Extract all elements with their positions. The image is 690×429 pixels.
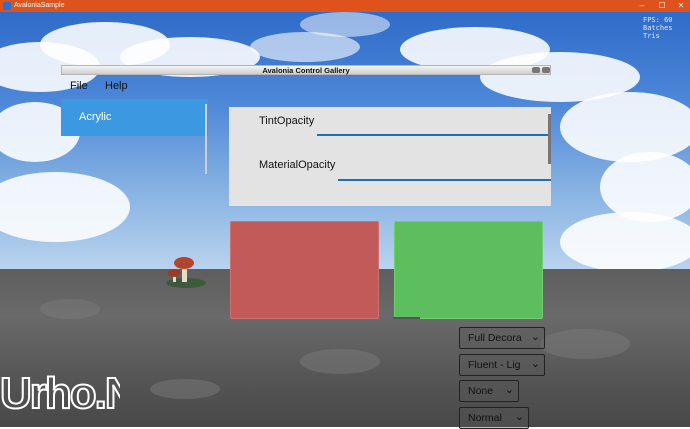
acrylic-settings-panel: TintOpacity MaterialOpacity	[229, 107, 551, 206]
transparency-combo-value: None	[468, 385, 494, 397]
tint-opacity-label: TintOpacity	[259, 115, 315, 127]
stats-line: Tris	[643, 32, 660, 40]
menubar: File Help	[61, 78, 211, 98]
stats-line: FPS: 60	[643, 16, 673, 24]
minimize-button[interactable]: –	[632, 0, 652, 12]
window-titlebar: AvaloniaSample – ☐ ✕	[0, 0, 690, 12]
app-icon	[3, 2, 11, 10]
gallery-title: Avalonia Control Gallery	[262, 66, 350, 75]
gallery-close-button[interactable]	[542, 67, 550, 73]
theme-combo[interactable]: Fluent - Lig ⌄	[459, 354, 545, 376]
chevron-down-icon: ⌄	[530, 331, 540, 343]
card-divider	[393, 317, 420, 319]
material-opacity-slider[interactable]	[338, 179, 551, 181]
acrylic-card-red	[230, 221, 379, 319]
panel-scrollbar[interactable]	[548, 114, 551, 164]
acrylic-card-green	[394, 221, 543, 319]
nav-item-acrylic[interactable]: Acrylic	[61, 99, 208, 136]
nav-scrollbar[interactable]	[205, 104, 207, 174]
maximize-button[interactable]: ☐	[652, 0, 672, 12]
gallery-titlebar[interactable]: Avalonia Control Gallery	[61, 65, 551, 75]
transparency-combo[interactable]: None ⌄	[459, 380, 519, 402]
close-button[interactable]: ✕	[671, 0, 690, 12]
svg-text:Urho.Net: Urho.Net	[0, 369, 120, 417]
chevron-down-icon: ⌄	[514, 411, 524, 423]
menu-file[interactable]: File	[70, 80, 88, 92]
chevron-down-icon: ⌄	[504, 384, 514, 396]
theme-combo-value: Fluent - Lig	[468, 359, 521, 371]
mushroom-model	[166, 257, 206, 288]
window-state-combo[interactable]: Normal ⌄	[459, 407, 529, 429]
material-opacity-label: MaterialOpacity	[259, 159, 336, 171]
window-title: AvaloniaSample	[14, 2, 65, 9]
tint-opacity-slider[interactable]	[317, 134, 550, 136]
window-state-combo-value: Normal	[468, 412, 502, 424]
decorations-combo[interactable]: Full Decora ⌄	[459, 327, 545, 349]
chevron-down-icon: ⌄	[530, 358, 540, 370]
stats-overlay: FPS: 60 Batches Tris	[643, 16, 687, 40]
nav-item-label: Acrylic	[79, 111, 112, 123]
stats-line: Batches	[643, 24, 673, 32]
gallery-minimize-button[interactable]	[532, 67, 540, 73]
urho-logo: Urho.Net	[0, 368, 120, 417]
decorations-combo-value: Full Decora	[468, 332, 522, 344]
menu-help[interactable]: Help	[105, 80, 128, 92]
